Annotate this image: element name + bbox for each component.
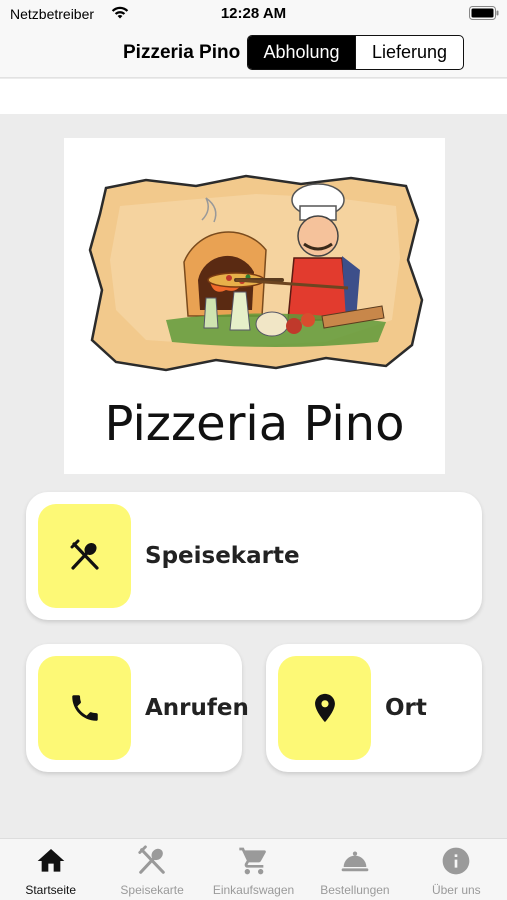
location-icon-tile	[278, 656, 371, 760]
tab-about[interactable]: Über uns	[406, 839, 507, 900]
clock: 12:28 AM	[220, 5, 287, 22]
tab-about-label: Über uns	[431, 883, 481, 897]
cloche-icon	[341, 851, 369, 872]
tab-cart[interactable]: Einkaufswagen	[203, 839, 304, 900]
order-type-switch[interactable]: Abholung Lieferung	[247, 35, 464, 70]
call-icon-tile	[38, 656, 131, 760]
location-label: Ort	[385, 695, 427, 721]
tab-home-label: Startseite	[25, 883, 77, 897]
info-icon	[442, 847, 470, 875]
menu-label: Speisekarte	[145, 543, 300, 569]
bottom-tab-bar: Startseite Speisekarte Einkaufswagen Bes…	[0, 838, 507, 900]
location-button[interactable]: Ort	[266, 644, 482, 772]
cart-icon	[238, 847, 266, 875]
menu-icon-tile	[38, 504, 131, 608]
fork-spoon-icon	[70, 539, 99, 570]
header-spacer	[0, 79, 507, 114]
segment-delivery[interactable]: Lieferung	[355, 36, 463, 69]
tab-menu-label: Speisekarte	[120, 883, 184, 897]
restaurant-logo: Pizzeria Pino	[64, 138, 445, 474]
tab-cart-label: Einkaufswagen	[212, 883, 295, 897]
tab-orders[interactable]: Bestellungen	[304, 839, 405, 900]
call-button[interactable]: Anrufen	[26, 644, 249, 772]
location-pin-icon	[314, 693, 335, 723]
navigation-header: Pizzeria Pino Abholung Lieferung	[0, 28, 507, 78]
fork-spoon-icon	[138, 845, 165, 874]
tab-home[interactable]: Startseite	[0, 839, 101, 900]
pizza-chef-illustration	[88, 174, 424, 372]
call-label: Anrufen	[145, 695, 249, 721]
home-icon	[37, 849, 65, 872]
phone-icon	[71, 695, 98, 721]
battery-icon	[469, 6, 499, 20]
status-bar: Netzbetreiber 12:28 AM	[0, 0, 507, 28]
logo-title: Pizzeria Pino	[104, 396, 405, 452]
tab-orders-label: Bestellungen	[320, 883, 390, 897]
segment-pickup[interactable]: Abholung	[248, 36, 355, 69]
menu-button[interactable]: Speisekarte	[26, 492, 482, 620]
page-title: Pizzeria Pino	[123, 42, 241, 63]
tab-menu[interactable]: Speisekarte	[101, 839, 202, 900]
